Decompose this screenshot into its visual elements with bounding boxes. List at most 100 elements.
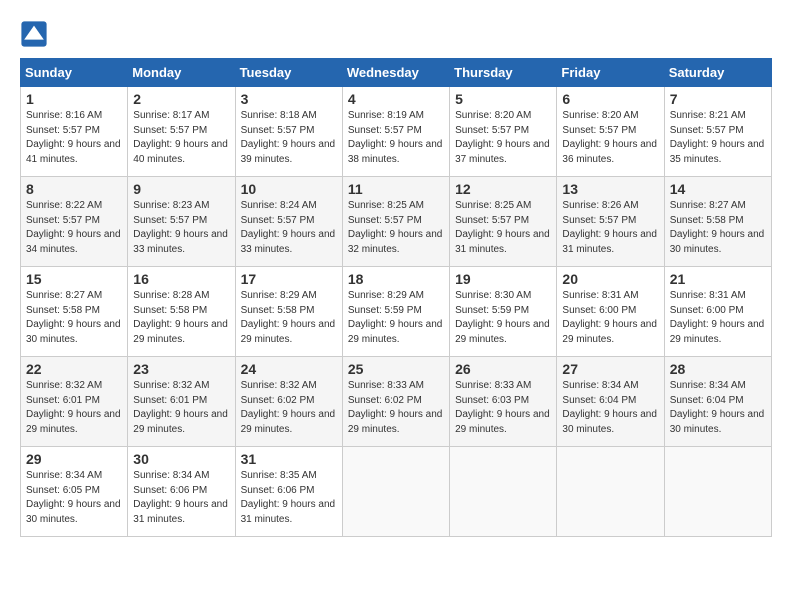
day-number: 17: [241, 271, 337, 287]
calendar-cell: 16Sunrise: 8:28 AMSunset: 5:58 PMDayligh…: [128, 267, 235, 357]
day-info: Sunrise: 8:32 AMSunset: 6:01 PMDaylight:…: [133, 379, 229, 437]
calendar-cell: 12 Sunrise: 8:25 AMSunset: 5:57 PMDayligh…: [450, 177, 557, 267]
calendar-cell: 19 Sunrise: 8:30 AMSunset: 5:59 PMDayligh…: [450, 267, 557, 357]
calendar-cell: 13Sunrise: 8:26 AMSunset: 5:57 PMDayligh…: [557, 177, 664, 267]
day-info: Sunrise: 8:34 AMSunset: 6:04 PMDaylight:…: [670, 379, 766, 437]
column-header-sunday: Sunday: [21, 59, 128, 87]
day-number: 28: [670, 361, 766, 377]
day-info: Sunrise: 8:22 AMSunset: 5:57 PMDaylight:…: [26, 199, 122, 257]
calendar-week-row: 8 Sunrise: 8:22 AMSunset: 5:57 PMDaylight…: [21, 177, 772, 267]
day-number: 31: [241, 451, 337, 467]
calendar-week-row: 22 Sunrise: 8:32 AMSunset: 6:01 PMDayligh…: [21, 357, 772, 447]
calendar-cell: 3 Sunrise: 8:18 AMSunset: 5:57 PMDaylight…: [235, 87, 342, 177]
day-number: 13: [562, 181, 658, 197]
calendar-week-row: 1 Sunrise: 8:16 AMSunset: 5:57 PMDaylight…: [21, 87, 772, 177]
day-number: 27: [562, 361, 658, 377]
day-info: Sunrise: 8:29 AMSunset: 5:58 PMDaylight:…: [241, 289, 337, 347]
calendar-cell: 10Sunrise: 8:24 AMSunset: 5:57 PMDayligh…: [235, 177, 342, 267]
calendar-cell: 18Sunrise: 8:29 AMSunset: 5:59 PMDayligh…: [342, 267, 449, 357]
day-info: Sunrise: 8:32 AMSunset: 6:01 PMDaylight:…: [26, 379, 122, 437]
column-header-saturday: Saturday: [664, 59, 771, 87]
calendar-cell: [450, 447, 557, 537]
day-number: 30: [133, 451, 229, 467]
day-number: 3: [241, 91, 337, 107]
day-info: Sunrise: 8:21 AMSunset: 5:57 PMDaylight:…: [670, 109, 766, 167]
day-number: 20: [562, 271, 658, 287]
calendar-cell: 22 Sunrise: 8:32 AMSunset: 6:01 PMDayligh…: [21, 357, 128, 447]
logo-icon: [20, 20, 48, 48]
calendar-cell: 31 Sunrise: 8:35 AMSunset: 6:06 PMDayligh…: [235, 447, 342, 537]
page-header: [20, 20, 772, 48]
day-number: 29: [26, 451, 122, 467]
day-number: 11: [348, 181, 444, 197]
day-info: Sunrise: 8:35 AMSunset: 6:06 PMDaylight:…: [241, 469, 337, 527]
calendar-cell: [664, 447, 771, 537]
day-info: Sunrise: 8:34 AMSunset: 6:04 PMDaylight:…: [562, 379, 658, 437]
day-info: Sunrise: 8:30 AMSunset: 5:59 PMDaylight:…: [455, 289, 551, 347]
day-number: 26: [455, 361, 551, 377]
day-number: 14: [670, 181, 766, 197]
day-number: 9: [133, 181, 229, 197]
calendar-cell: 14 Sunrise: 8:27 AMSunset: 5:58 PMDayligh…: [664, 177, 771, 267]
day-number: 23: [133, 361, 229, 377]
day-number: 10: [241, 181, 337, 197]
column-header-wednesday: Wednesday: [342, 59, 449, 87]
day-number: 5: [455, 91, 551, 107]
calendar-cell: 4 Sunrise: 8:19 AMSunset: 5:57 PMDaylight…: [342, 87, 449, 177]
calendar-cell: [342, 447, 449, 537]
day-number: 25: [348, 361, 444, 377]
day-info: Sunrise: 8:18 AMSunset: 5:57 PMDaylight:…: [241, 109, 337, 167]
day-info: Sunrise: 8:33 AMSunset: 6:03 PMDaylight:…: [455, 379, 551, 437]
day-info: Sunrise: 8:27 AMSunset: 5:58 PMDaylight:…: [26, 289, 122, 347]
day-number: 16: [133, 271, 229, 287]
day-number: 7: [670, 91, 766, 107]
calendar-cell: 6 Sunrise: 8:20 AMSunset: 5:57 PMDaylight…: [557, 87, 664, 177]
calendar-cell: [557, 447, 664, 537]
day-info: Sunrise: 8:25 AMSunset: 5:57 PMDaylight:…: [455, 199, 551, 257]
day-number: 24: [241, 361, 337, 377]
calendar-cell: 17 Sunrise: 8:29 AMSunset: 5:58 PMDayligh…: [235, 267, 342, 357]
column-header-monday: Monday: [128, 59, 235, 87]
calendar-cell: 25 Sunrise: 8:33 AMSunset: 6:02 PMDayligh…: [342, 357, 449, 447]
day-info: Sunrise: 8:34 AMSunset: 6:05 PMDaylight:…: [26, 469, 122, 527]
day-info: Sunrise: 8:34 AMSunset: 6:06 PMDaylight:…: [133, 469, 229, 527]
day-number: 12: [455, 181, 551, 197]
calendar-cell: 2 Sunrise: 8:17 AMSunset: 5:57 PMDaylight…: [128, 87, 235, 177]
calendar-cell: 20Sunrise: 8:31 AMSunset: 6:00 PMDayligh…: [557, 267, 664, 357]
calendar-cell: 30 Sunrise: 8:34 AMSunset: 6:06 PMDayligh…: [128, 447, 235, 537]
day-info: Sunrise: 8:27 AMSunset: 5:58 PMDaylight:…: [670, 199, 766, 257]
day-info: Sunrise: 8:23 AMSunset: 5:57 PMDaylight:…: [133, 199, 229, 257]
calendar-table: SundayMondayTuesdayWednesdayThursdayFrid…: [20, 58, 772, 537]
calendar-cell: 7 Sunrise: 8:21 AMSunset: 5:57 PMDaylight…: [664, 87, 771, 177]
day-number: 8: [26, 181, 122, 197]
day-number: 19: [455, 271, 551, 287]
day-number: 6: [562, 91, 658, 107]
calendar-cell: 15 Sunrise: 8:27 AMSunset: 5:58 PMDayligh…: [21, 267, 128, 357]
calendar-cell: 27 Sunrise: 8:34 AMSunset: 6:04 PMDayligh…: [557, 357, 664, 447]
day-number: 15: [26, 271, 122, 287]
day-number: 2: [133, 91, 229, 107]
day-info: Sunrise: 8:20 AMSunset: 5:57 PMDaylight:…: [455, 109, 551, 167]
day-info: Sunrise: 8:32 AMSunset: 6:02 PMDaylight:…: [241, 379, 337, 437]
calendar-cell: 11Sunrise: 8:25 AMSunset: 5:57 PMDayligh…: [342, 177, 449, 267]
day-info: Sunrise: 8:33 AMSunset: 6:02 PMDaylight:…: [348, 379, 444, 437]
day-info: Sunrise: 8:17 AMSunset: 5:57 PMDaylight:…: [133, 109, 229, 167]
column-header-friday: Friday: [557, 59, 664, 87]
day-number: 22: [26, 361, 122, 377]
day-number: 18: [348, 271, 444, 287]
calendar-week-row: 15 Sunrise: 8:27 AMSunset: 5:58 PMDayligh…: [21, 267, 772, 357]
day-info: Sunrise: 8:31 AMSunset: 6:00 PMDaylight:…: [670, 289, 766, 347]
calendar-header-row: SundayMondayTuesdayWednesdayThursdayFrid…: [21, 59, 772, 87]
day-number: 4: [348, 91, 444, 107]
calendar-cell: 21Sunrise: 8:31 AMSunset: 6:00 PMDayligh…: [664, 267, 771, 357]
calendar-week-row: 29 Sunrise: 8:34 AMSunset: 6:05 PMDayligh…: [21, 447, 772, 537]
column-header-thursday: Thursday: [450, 59, 557, 87]
calendar-cell: 29 Sunrise: 8:34 AMSunset: 6:05 PMDayligh…: [21, 447, 128, 537]
calendar-cell: 28 Sunrise: 8:34 AMSunset: 6:04 PMDayligh…: [664, 357, 771, 447]
day-info: Sunrise: 8:19 AMSunset: 5:57 PMDaylight:…: [348, 109, 444, 167]
day-number: 1: [26, 91, 122, 107]
calendar-cell: 5 Sunrise: 8:20 AMSunset: 5:57 PMDaylight…: [450, 87, 557, 177]
day-info: Sunrise: 8:16 AMSunset: 5:57 PMDaylight:…: [26, 109, 122, 167]
day-info: Sunrise: 8:20 AMSunset: 5:57 PMDaylight:…: [562, 109, 658, 167]
calendar-cell: 26 Sunrise: 8:33 AMSunset: 6:03 PMDayligh…: [450, 357, 557, 447]
